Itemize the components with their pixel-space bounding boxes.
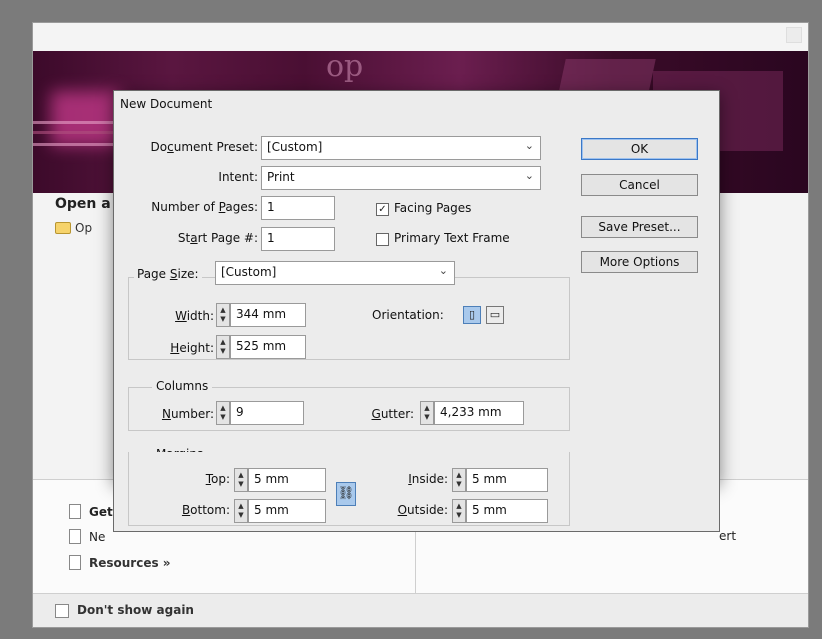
lower-item-label: Get xyxy=(89,504,113,519)
number-of-pages-input[interactable]: 1 xyxy=(261,196,335,220)
banner-art-glyph: op xyxy=(326,51,364,84)
gutter-stepper[interactable]: ▲ ▼ xyxy=(420,401,434,425)
down-arrow-icon: ▼ xyxy=(220,413,226,421)
down-arrow-icon: ▼ xyxy=(220,347,226,355)
portrait-orientation-icon[interactable]: ▯ xyxy=(463,306,481,324)
width-label: Width: xyxy=(175,309,214,323)
chevron-down-icon: ⌄ xyxy=(524,169,534,182)
welcome-bottom-bar: Don't show again xyxy=(33,593,808,627)
document-preset-select[interactable]: [Custom] ⌄ xyxy=(261,136,541,160)
resources-link[interactable]: Resources » xyxy=(69,555,171,570)
up-arrow-icon: ▲ xyxy=(456,502,462,510)
primary-text-frame-label: Primary Text Frame xyxy=(394,231,510,245)
width-stepper[interactable]: ▲ ▼ xyxy=(216,303,230,327)
banner-art-1 xyxy=(51,91,121,146)
down-arrow-icon: ▼ xyxy=(456,511,462,519)
chevron-down-icon: ⌄ xyxy=(438,264,448,277)
columns-group-title: Columns xyxy=(152,379,213,393)
margin-bottom-label: Bottom: xyxy=(181,503,230,517)
open-recent-label: Op xyxy=(75,221,93,235)
resources-label: Resources » xyxy=(89,555,171,570)
gutter-input[interactable]: 4,233 mm xyxy=(434,401,524,425)
margin-inside-stepper[interactable]: ▲ ▼ xyxy=(452,468,466,492)
cancel-button[interactable]: Cancel xyxy=(581,174,698,196)
up-arrow-icon: ▲ xyxy=(238,471,244,479)
right-panel-fragment: ert xyxy=(719,529,737,543)
margin-inside-label: Inside: xyxy=(408,472,448,486)
document-icon xyxy=(69,555,81,570)
chevron-down-icon: ⌄ xyxy=(524,139,534,152)
lower-item-new[interactable]: Ne xyxy=(69,529,105,544)
lower-item-label: Ne xyxy=(89,529,106,544)
landscape-orientation-icon[interactable]: ▭ xyxy=(486,306,504,324)
page-size-select[interactable]: [Custom] ⌄ xyxy=(215,261,455,285)
down-arrow-icon: ▼ xyxy=(456,480,462,488)
dont-show-checkbox[interactable] xyxy=(55,604,69,618)
intent-label: Intent: xyxy=(218,170,258,184)
intent-value: Print xyxy=(267,170,295,184)
number-of-pages-label: Number of Pages: xyxy=(151,200,258,214)
up-arrow-icon: ▲ xyxy=(456,471,462,479)
up-arrow-icon: ▲ xyxy=(220,306,226,314)
down-arrow-icon: ▼ xyxy=(424,413,430,421)
link-margins-icon[interactable]: ⛓ xyxy=(336,482,356,506)
facing-pages-checkbox[interactable]: ✓ xyxy=(376,203,389,216)
ok-button[interactable]: OK xyxy=(581,138,698,160)
page-size-value: [Custom] xyxy=(221,265,277,279)
welcome-titlebar xyxy=(33,23,808,51)
gutter-label: Gutter: xyxy=(371,407,414,421)
dialog-title: New Document xyxy=(120,97,213,111)
margin-outside-stepper[interactable]: ▲ ▼ xyxy=(452,499,466,523)
document-preset-value: [Custom] xyxy=(267,140,323,154)
open-recent-item[interactable]: Op xyxy=(55,221,92,235)
save-preset-button[interactable]: Save Preset... xyxy=(581,216,698,238)
more-options-button[interactable]: More Options xyxy=(581,251,698,273)
height-label: Height: xyxy=(170,341,214,355)
up-arrow-icon: ▲ xyxy=(238,502,244,510)
margin-bottom-stepper[interactable]: ▲ ▼ xyxy=(234,499,248,523)
height-input[interactable]: 525 mm xyxy=(230,335,306,359)
down-arrow-icon: ▼ xyxy=(220,315,226,323)
document-icon xyxy=(69,529,81,544)
primary-text-frame-checkbox[interactable] xyxy=(376,233,389,246)
down-arrow-icon: ▼ xyxy=(238,511,244,519)
margin-outside-input[interactable]: 5 mm xyxy=(466,499,548,523)
margin-bottom-input[interactable]: 5 mm xyxy=(248,499,326,523)
banner-art-stripes xyxy=(33,121,123,124)
close-icon[interactable] xyxy=(786,27,802,43)
document-preset-label: Document Preset: xyxy=(150,140,258,154)
start-page-label: Start Page #: xyxy=(177,231,258,245)
page-size-label: Page Size: xyxy=(134,267,202,281)
orientation-label: Orientation: xyxy=(372,308,444,322)
lower-item-get[interactable]: Get xyxy=(69,504,113,519)
margin-inside-input[interactable]: 5 mm xyxy=(466,468,548,492)
open-heading: Open a xyxy=(55,196,111,212)
margin-outside-label: Outside: xyxy=(397,503,448,517)
margins-panel: Top: ▲ ▼ 5 mm Bottom: ▲ ▼ 5 mm ⛓ Inside: ▲… xyxy=(113,452,720,532)
folder-icon xyxy=(55,222,71,234)
facing-pages-label: Facing Pages xyxy=(394,201,472,215)
start-page-input[interactable]: 1 xyxy=(261,227,335,251)
intent-select[interactable]: Print ⌄ xyxy=(261,166,541,190)
width-input[interactable]: 344 mm xyxy=(230,303,306,327)
columns-number-stepper[interactable]: ▲ ▼ xyxy=(216,401,230,425)
up-arrow-icon: ▲ xyxy=(220,338,226,346)
down-arrow-icon: ▼ xyxy=(238,480,244,488)
margin-top-stepper[interactable]: ▲ ▼ xyxy=(234,468,248,492)
up-arrow-icon: ▲ xyxy=(220,404,226,412)
columns-number-input[interactable]: 9 xyxy=(230,401,304,425)
document-icon xyxy=(69,504,81,519)
margin-top-input[interactable]: 5 mm xyxy=(248,468,326,492)
margin-top-label: Top: xyxy=(205,472,230,486)
columns-number-label: Number: xyxy=(161,407,214,421)
height-stepper[interactable]: ▲ ▼ xyxy=(216,335,230,359)
up-arrow-icon: ▲ xyxy=(424,404,430,412)
dont-show-label: Don't show again xyxy=(77,603,194,617)
